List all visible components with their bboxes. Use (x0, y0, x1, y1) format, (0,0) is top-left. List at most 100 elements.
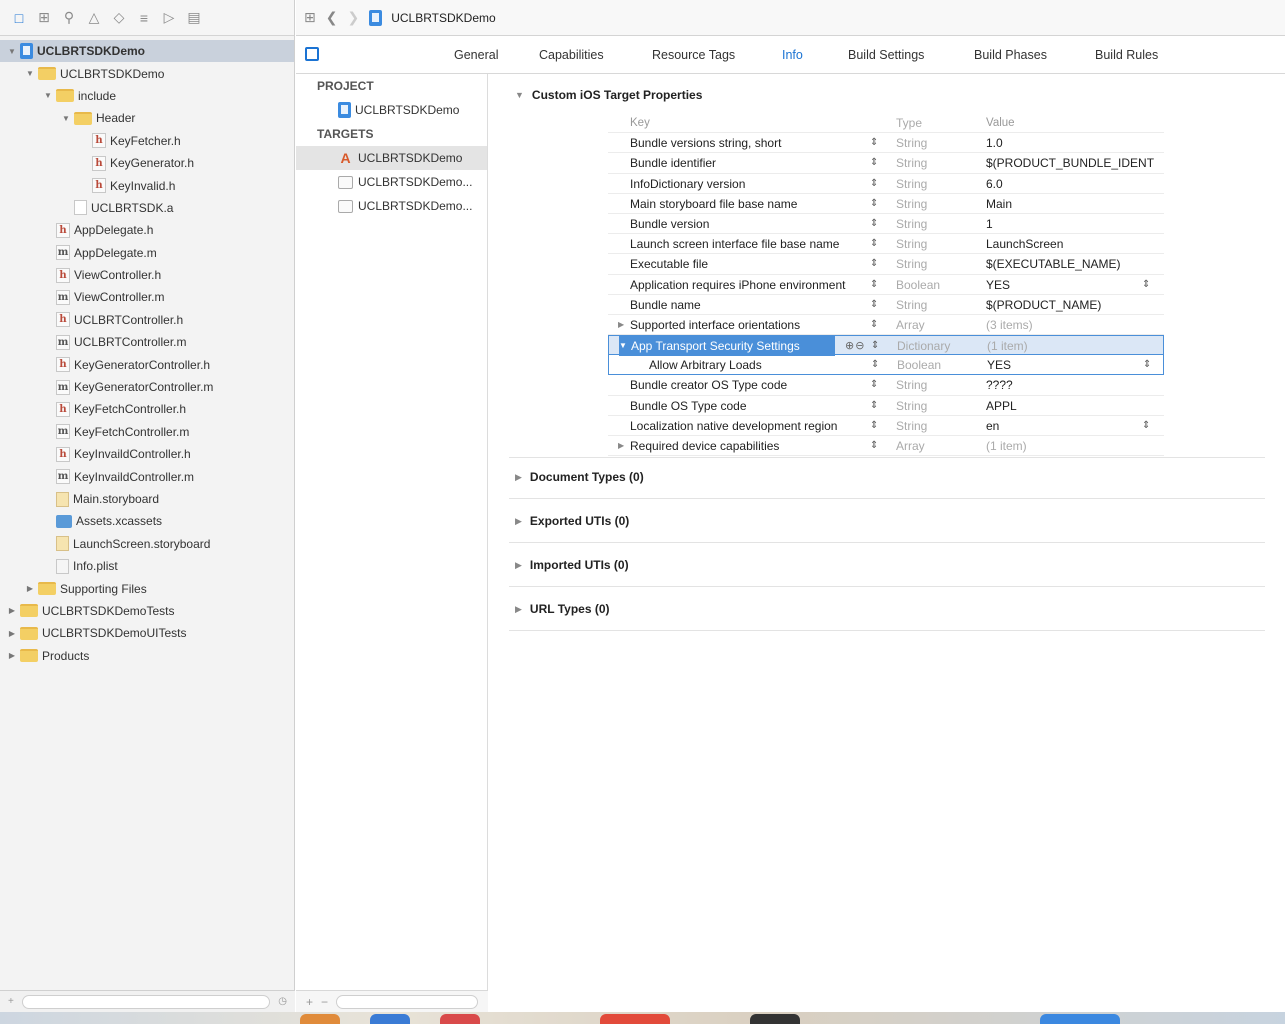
target-item[interactable]: UCLBRTSDKDemo... (296, 170, 487, 194)
plist-row[interactable]: Bundle creator OS Type code ⇕ String???? (608, 375, 1164, 396)
breadcrumb[interactable]: UCLBRTSDKDemo (369, 9, 496, 26)
related-items-icon[interactable]: ⊞ (304, 9, 316, 26)
plist-key[interactable]: Launch screen interface file base name (630, 234, 870, 254)
disclosure-open-icon[interactable]: ▼ (42, 91, 54, 100)
plist-value[interactable]: $(PRODUCT_BUNDLE_IDENT (986, 153, 1154, 173)
value-popup-icon[interactable]: ⇕ (1142, 275, 1150, 295)
plist-type[interactable]: String (896, 416, 927, 436)
tree-row[interactable]: Info.plist (0, 555, 294, 577)
tab-general[interactable]: General (454, 48, 498, 62)
plist-type[interactable]: Array (896, 436, 925, 456)
tab-build-rules[interactable]: Build Rules (1095, 48, 1158, 62)
target-item[interactable]: A UCLBRTSDKDemo (296, 146, 487, 170)
key-stepper-icon[interactable]: ⇕ (870, 174, 878, 194)
recent-files-icon[interactable]: ◷ (278, 996, 287, 1007)
plist-key[interactable]: InfoDictionary version (630, 174, 870, 194)
dock-app-icon[interactable] (440, 1014, 480, 1024)
tag-icon[interactable]: ▷ (158, 7, 180, 29)
plist-key[interactable]: Bundle OS Type code (630, 396, 870, 416)
plist-type[interactable]: String (896, 396, 927, 416)
tab-build-phases[interactable]: Build Phases (974, 48, 1047, 62)
plist-row[interactable]: Bundle versions string, short ⇕ String 1.0 (608, 133, 1164, 154)
key-stepper-icon[interactable]: ⇕ (870, 416, 878, 436)
disclosure-open-icon[interactable]: ▼ (6, 47, 18, 56)
key-stepper-icon[interactable]: ⇕ (870, 295, 878, 315)
targets-filter-field[interactable] (336, 994, 478, 1009)
add-target-icon[interactable]: + (306, 995, 313, 1009)
plist-row[interactable]: Application requires iPhone environment ⇕… (608, 275, 1164, 295)
tab-build-settings[interactable]: Build Settings (848, 48, 924, 62)
key-stepper-icon[interactable]: ⇕ (871, 355, 879, 375)
disclosure-closed-icon[interactable]: ▶ (6, 651, 18, 660)
key-stepper-icon[interactable]: ⇕ (870, 275, 878, 295)
target-item[interactable]: UCLBRTSDKDemo... (296, 194, 487, 218)
tab-capabilities[interactable]: Capabilities (539, 48, 604, 62)
plist-type[interactable]: String (896, 234, 927, 254)
disclosure-closed-icon[interactable]: ▶ (6, 606, 18, 615)
tree-row[interactable]: ▼ Header (0, 107, 294, 129)
key-stepper-icon[interactable]: ⇕ (870, 254, 878, 274)
tree-row[interactable]: m KeyGeneratorController.m (0, 376, 294, 398)
plist-row[interactable]: Bundle OS Type code ⇕ String APPL (608, 396, 1164, 416)
disclosure-open-icon[interactable]: ▼ (24, 69, 36, 78)
tree-row[interactable]: h KeyGenerator.h (0, 152, 294, 174)
plist-row[interactable]: Bundle version ⇕ String 1 (608, 214, 1164, 235)
tree-row[interactable]: Main.storyboard (0, 488, 294, 510)
plist-type[interactable]: Dictionary (897, 336, 950, 356)
plist-row[interactable]: Bundle identifier ⇕ String $(PRODUCT_BUNDLE… (608, 153, 1164, 174)
tree-row[interactable]: m UCLBRTController.m (0, 331, 294, 353)
tree-row[interactable]: LaunchScreen.storyboard (0, 533, 294, 555)
dock-app-icon[interactable] (600, 1014, 670, 1024)
diamond-icon[interactable]: ◇ (108, 7, 130, 29)
dock-app-icon[interactable] (370, 1014, 410, 1024)
plist-row[interactable]: Launch screen interface file base name ⇕ S… (608, 234, 1164, 255)
plist-row[interactable]: Executable file ⇕ String $(EXECUTABLE_NAME) (608, 254, 1164, 275)
value-popup-icon[interactable]: ⇕ (1142, 416, 1150, 436)
tree-row[interactable]: h ViewController.h (0, 264, 294, 286)
plist-row[interactable]: Localization native development region ⇕ S… (608, 416, 1164, 436)
plist-value[interactable]: YES (986, 275, 1010, 295)
plist-key[interactable]: Main storyboard file base name (630, 194, 870, 214)
tree-row[interactable]: ▼ UCLBRTSDKDemo (0, 62, 294, 84)
plist-type[interactable]: String (896, 194, 927, 214)
key-stepper-icon[interactable]: ⇕ (870, 234, 878, 254)
plist-key[interactable]: Bundle creator OS Type code (630, 375, 870, 395)
tree-row[interactable]: ▼ UCLBRTSDKDemo (0, 40, 294, 63)
plist-row[interactable]: ▶ Supported interface orientations ⇕ Array (… (608, 315, 1164, 336)
key-stepper-icon[interactable]: ⇕ (870, 396, 878, 416)
tree-row[interactable]: ▼ include (0, 85, 294, 107)
dock-app-icon[interactable] (750, 1014, 800, 1024)
tab-resource-tags[interactable]: Resource Tags (652, 48, 735, 62)
tree-row[interactable]: Assets.xcassets (0, 510, 294, 532)
plist-type[interactable]: Boolean (897, 355, 941, 375)
back-button[interactable]: ❮ (326, 9, 338, 26)
plist-value[interactable]: ???? (986, 375, 1013, 395)
collapsed-section[interactable]: ▶ Imported UTIs (0) (515, 558, 629, 572)
plist-value[interactable]: 6.0 (986, 174, 1003, 194)
collapsed-section[interactable]: ▶ Exported UTIs (0) (515, 514, 629, 528)
tree-row[interactable]: h KeyInvaildController.h (0, 443, 294, 465)
key-stepper-icon[interactable]: ⇕ (870, 315, 878, 335)
tree-row[interactable]: m ViewController.m (0, 286, 294, 308)
tree-row[interactable]: h AppDelegate.h (0, 219, 294, 241)
tree-row[interactable]: ▶ UCLBRTSDKDemoUITests (0, 622, 294, 644)
remove-target-icon[interactable]: − (321, 995, 328, 1009)
key-stepper-icon[interactable]: ⇕ (870, 153, 878, 173)
plist-value[interactable]: (3 items) (986, 315, 1033, 335)
key-stepper-icon[interactable]: ⇕ (871, 336, 879, 356)
warning-icon[interactable]: △ (83, 7, 105, 29)
tree-row[interactable]: m KeyInvaildController.m (0, 465, 294, 487)
tree-row[interactable]: m KeyFetchController.m (0, 421, 294, 443)
plist-value[interactable]: YES (987, 355, 1011, 375)
key-stepper-icon[interactable]: ⇕ (870, 214, 878, 234)
plist-key[interactable]: Executable file (630, 254, 870, 274)
plist-value[interactable]: $(EXECUTABLE_NAME) (986, 254, 1120, 274)
folder-icon[interactable]: □ (8, 7, 30, 29)
tree-row[interactable]: ▶ Supporting Files (0, 577, 294, 599)
plist-value[interactable]: (1 item) (986, 436, 1027, 456)
plist-type[interactable]: String (896, 375, 927, 395)
plist-key[interactable]: Bundle versions string, short (630, 133, 870, 153)
collapsed-section[interactable]: ▶ Document Types (0) (515, 470, 644, 484)
search-icon[interactable]: ⚲ (58, 7, 80, 29)
report-icon[interactable]: ▤ (183, 7, 205, 29)
